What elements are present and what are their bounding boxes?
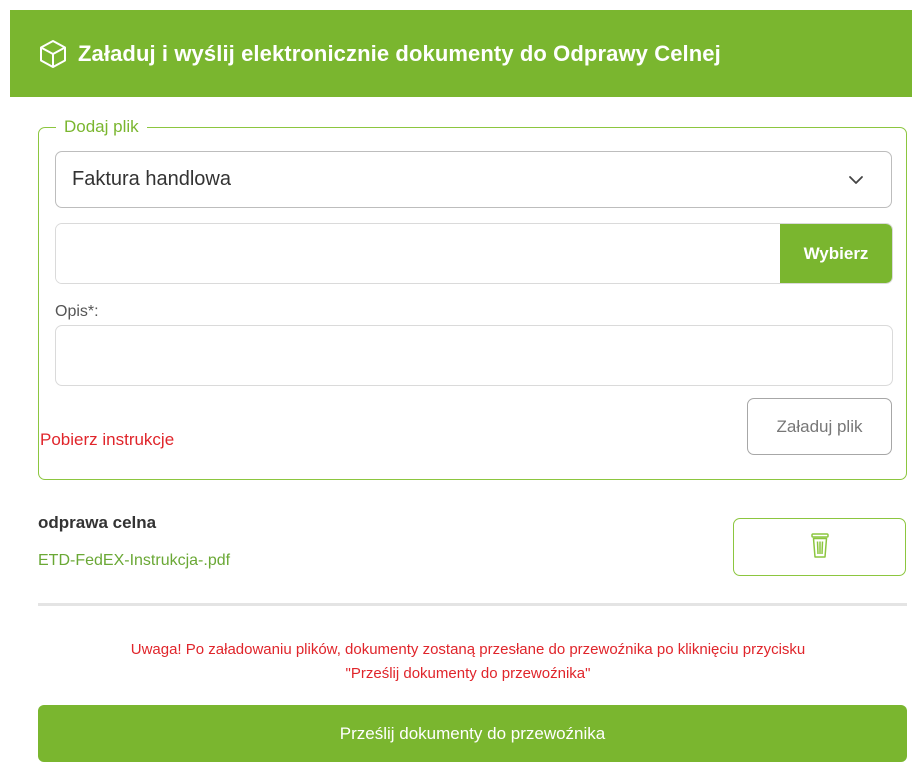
upload-file-button[interactable]: Załaduj plik	[747, 398, 892, 455]
choose-file-button[interactable]: Wybierz	[780, 224, 892, 283]
delete-file-button[interactable]	[733, 518, 906, 576]
description-label: Opis*:	[55, 303, 99, 320]
warning-line-2: "Prześlij dokumenty do przewoźnika"	[345, 665, 591, 682]
file-path-input[interactable]	[56, 224, 781, 283]
uploaded-file-link[interactable]: ETD-FedEX-Instrukcja-.pdf	[38, 552, 230, 570]
document-type-value: Faktura handlowa	[72, 168, 231, 190]
uploaded-section-title: odprawa celna	[38, 513, 157, 532]
document-type-select[interactable]: Faktura handlowa	[55, 151, 892, 208]
page-title: Załaduj i wyślij elektronicznie dokument…	[78, 40, 721, 66]
description-input[interactable]	[55, 325, 893, 386]
file-picker: Wybierz	[55, 223, 893, 284]
upload-warning: Uwaga! Po załadowaniu plików, dokumenty …	[28, 638, 908, 686]
chevron-down-icon	[847, 171, 865, 189]
add-file-legend: Dodaj plik	[56, 117, 147, 137]
add-file-fieldset: Dodaj plik Faktura handlowa Wybierz Opis…	[38, 117, 907, 480]
trash-icon	[809, 532, 831, 562]
download-instructions-link[interactable]: Pobierz instrukcje	[40, 430, 174, 450]
divider	[38, 603, 907, 606]
send-documents-button[interactable]: Prześlij dokumenty do przewoźnika	[38, 705, 907, 762]
cube-icon	[38, 39, 68, 69]
page-header: Załaduj i wyślij elektronicznie dokument…	[10, 10, 912, 97]
warning-line-1: Uwaga! Po załadowaniu plików, dokumenty …	[130, 641, 806, 658]
